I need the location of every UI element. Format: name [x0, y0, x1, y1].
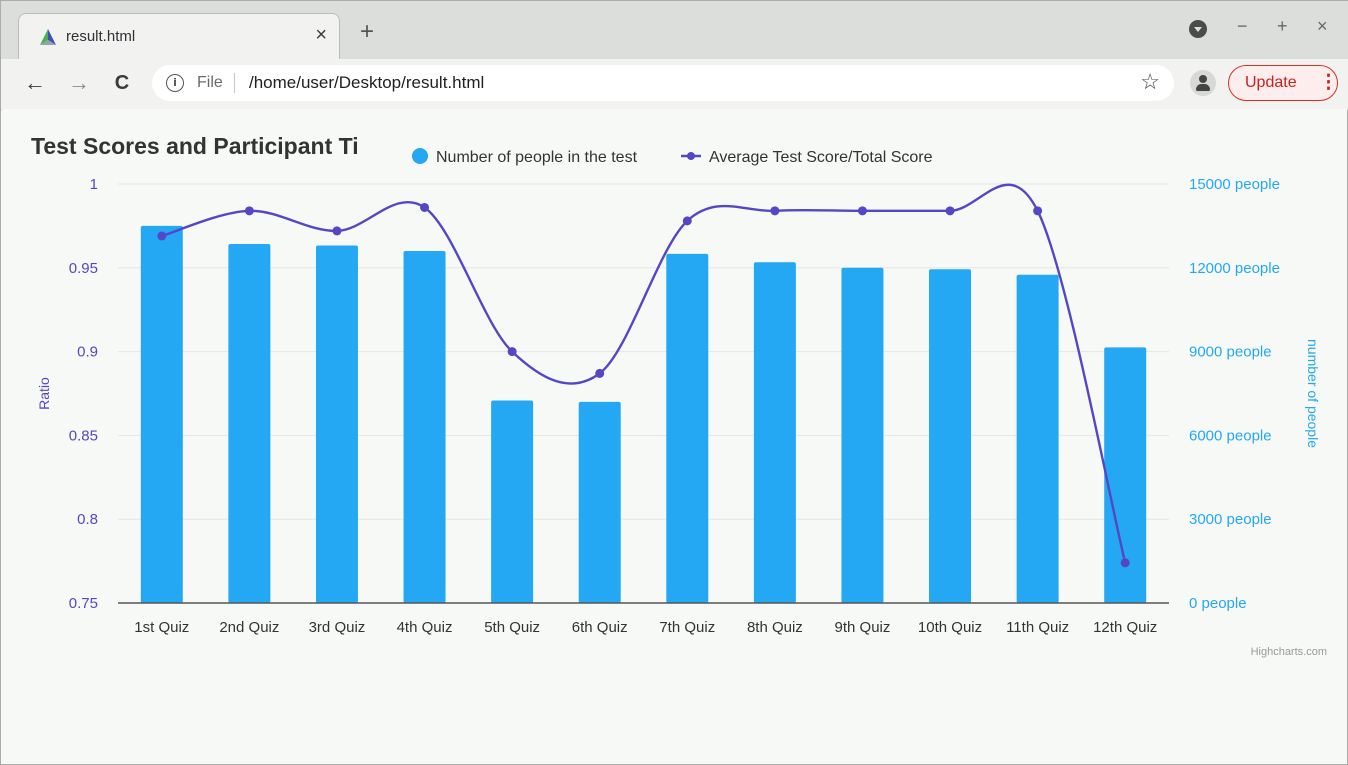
- bar[interactable]: [315, 245, 358, 603]
- tab-close-icon[interactable]: ×: [315, 24, 327, 46]
- y-right-tick-label: 3000 people: [1189, 511, 1272, 528]
- legend-label-line[interactable]: Average Test Score/Total Score: [709, 149, 933, 166]
- legend: Number of people in the test Average Test…: [412, 148, 933, 166]
- bar[interactable]: [929, 269, 972, 603]
- x-tick-label: 7th Quiz: [659, 619, 715, 636]
- profile-icon[interactable]: [1190, 70, 1216, 96]
- chart-title: Test Scores and Participant Ti: [31, 133, 359, 159]
- x-tick-label: 8th Quiz: [747, 619, 803, 636]
- legend-marker-bars[interactable]: [412, 148, 428, 164]
- bar[interactable]: [491, 400, 534, 603]
- y-right-tick-label: 12000 people: [1189, 260, 1280, 277]
- x-tick-label: 9th Quiz: [835, 619, 891, 636]
- y-right-tick-label: 6000 people: [1189, 427, 1272, 444]
- x-tick-label: 6th Quiz: [572, 619, 628, 636]
- line-point[interactable]: [682, 216, 692, 226]
- x-tick-label: 12th Quiz: [1093, 619, 1157, 636]
- line-point[interactable]: [507, 347, 517, 357]
- grid-lines: [118, 183, 1169, 520]
- x-tick-label: 1st Quiz: [134, 619, 189, 636]
- x-tick-label: 11th Quiz: [1006, 619, 1069, 636]
- bar[interactable]: [1016, 274, 1059, 603]
- window-controls: − + ×: [1189, 16, 1339, 47]
- update-button[interactable]: Update ⋮: [1228, 65, 1338, 101]
- back-button[interactable]: ←: [22, 70, 48, 96]
- line-point[interactable]: [244, 206, 254, 216]
- tab-search-icon[interactable]: [1189, 20, 1207, 38]
- line-point[interactable]: [420, 202, 430, 212]
- line-point[interactable]: [595, 368, 605, 378]
- legend-label-bars[interactable]: Number of people in the test: [436, 149, 638, 166]
- new-tab-button[interactable]: +: [360, 20, 374, 44]
- y-left-tick-label: 0.95: [69, 260, 98, 277]
- bar[interactable]: [578, 401, 621, 603]
- y-right-tick-label: 15000 people: [1189, 176, 1280, 193]
- line-series: [157, 183, 1130, 568]
- app-favicon-icon: [40, 29, 56, 45]
- forward-button[interactable]: →: [66, 70, 92, 96]
- update-label: Update: [1245, 74, 1297, 91]
- tab-title: result.html: [66, 28, 136, 45]
- y-left-tick-label: 0.9: [77, 344, 98, 361]
- bar-series: [140, 225, 1147, 604]
- bar[interactable]: [666, 253, 709, 604]
- tab-strip: result.html × + − + ×: [1, 1, 1348, 59]
- minimize-button[interactable]: −: [1237, 16, 1248, 37]
- info-icon[interactable]: i: [166, 74, 184, 92]
- page-content: 0.75 0.8 0.85 0.9 0.95 1 0 people 3000 people 60…: [2, 109, 1347, 764]
- bar[interactable]: [228, 244, 271, 603]
- x-tick-label: 3rd Quiz: [309, 619, 366, 636]
- chart-svg: 0.75 0.8 0.85 0.9 0.95 1 0 people 3000 people 60…: [31, 133, 1327, 658]
- x-tick-label: 2nd Quiz: [219, 619, 279, 636]
- line-path: [161, 183, 1127, 564]
- line-point[interactable]: [770, 206, 780, 216]
- y-right-axis-title: number of people: [1305, 339, 1321, 448]
- y-right-tick-label: 0 people: [1189, 595, 1247, 612]
- y-left-tick-label: 0.8: [77, 511, 98, 528]
- legend-marker-line[interactable]: [687, 152, 695, 160]
- line-point[interactable]: [1120, 558, 1130, 568]
- x-tick-label: 5th Quiz: [484, 619, 540, 636]
- credits-link[interactable]: Highcharts.com: [1251, 646, 1327, 658]
- address-bar[interactable]: i File /home/user/Desktop/result.html ☆: [152, 65, 1174, 101]
- address-separator: [234, 73, 235, 93]
- maximize-button[interactable]: +: [1277, 16, 1288, 37]
- line-point[interactable]: [157, 231, 167, 241]
- line-point[interactable]: [945, 206, 955, 216]
- y-left-axis-title: Ratio: [36, 377, 52, 410]
- scheme-label: File: [197, 74, 223, 91]
- browser-toolbar: ← → C i File /home/user/Desktop/result.h…: [1, 59, 1348, 110]
- bar[interactable]: [841, 267, 884, 603]
- kebab-menu-icon[interactable]: ⋮: [1319, 72, 1338, 94]
- x-tick-label: 4th Quiz: [397, 619, 453, 636]
- line-point[interactable]: [1033, 206, 1043, 216]
- x-tick-label: 10th Quiz: [918, 619, 982, 636]
- url-text[interactable]: /home/user/Desktop/result.html: [249, 73, 484, 93]
- tab-result[interactable]: result.html ×: [18, 13, 340, 59]
- y-left-tick-label: 0.85: [69, 427, 98, 444]
- y-left-tick-label: 1: [90, 176, 98, 193]
- reload-button[interactable]: C: [109, 70, 135, 96]
- line-point[interactable]: [332, 226, 342, 236]
- bar[interactable]: [403, 251, 446, 604]
- y-left-tick-label: 0.75: [69, 595, 98, 612]
- browser-window: result.html × + − + × ← → C i File /home…: [0, 0, 1348, 765]
- line-point[interactable]: [857, 206, 867, 216]
- bookmark-star-icon[interactable]: ☆: [1140, 69, 1160, 95]
- close-window-button[interactable]: ×: [1317, 16, 1328, 37]
- y-right-tick-label: 9000 people: [1189, 344, 1272, 361]
- bar[interactable]: [140, 225, 183, 603]
- bar[interactable]: [753, 262, 796, 603]
